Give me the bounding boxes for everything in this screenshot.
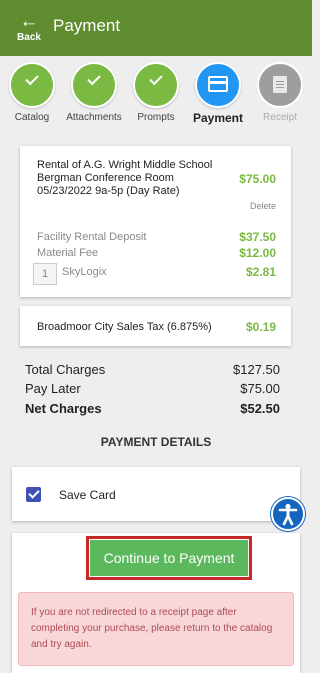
save-card-label[interactable]: Save Card (59, 488, 116, 502)
step-prompts-label: Prompts (137, 112, 175, 123)
item-price: $75.00 (239, 172, 276, 186)
cart-item-card: Rental of A.G. Wright Middle School Berg… (20, 146, 291, 297)
net-charges-label: Net Charges (25, 401, 102, 416)
net-charges-value: $52.50 (240, 401, 280, 416)
step-catalog-label: Catalog (14, 112, 50, 123)
back-label: Back (17, 32, 41, 43)
credit-card-icon (208, 76, 228, 92)
item-description: Rental of A.G. Wright Middle School Berg… (37, 159, 213, 197)
step-receipt-label: Receipt (263, 112, 297, 123)
step-payment-circle (195, 62, 241, 108)
redirect-alert: If you are not redirected to a receipt p… (18, 592, 294, 666)
check-icon (149, 71, 163, 86)
continue-button-outline: Continue to Payment (86, 536, 252, 580)
net-charges-row: Net Charges $52.50 (25, 401, 280, 416)
step-payment-label: Payment (192, 111, 244, 125)
pay-later-row: Pay Later $75.00 (25, 381, 280, 396)
step-attachments[interactable]: Attachments (64, 62, 124, 123)
total-charges-label: Total Charges (25, 362, 106, 377)
fee-amount-deposit: $37.50 (239, 230, 276, 244)
fee-amount-material: $12.00 (239, 246, 276, 260)
total-charges-row: Total Charges $127.50 (25, 362, 280, 377)
step-receipt-circle (257, 62, 303, 108)
save-card-checkbox[interactable] (26, 487, 41, 502)
arrow-left-icon: ← (19, 11, 39, 32)
step-attachments-circle (71, 62, 117, 108)
pay-later-value: $75.00 (240, 381, 280, 396)
save-card-card: Save Card (12, 467, 300, 521)
app-header: ← Back Payment (0, 0, 312, 56)
tax-card: Broadmoor City Sales Tax (6.875%) $0.19 (20, 306, 291, 346)
step-prompts-circle (133, 62, 179, 108)
check-icon (87, 71, 101, 86)
quantity-input[interactable]: 1 (33, 263, 57, 285)
step-catalog[interactable]: Catalog (2, 62, 62, 123)
total-charges-value: $127.50 (233, 362, 280, 377)
fee-label-skylogix: SkyLogix (62, 266, 107, 278)
delete-link[interactable]: Delete (250, 201, 276, 211)
accessibility-icon (278, 503, 298, 526)
payment-details-heading: PAYMENT DETAILS (100, 435, 212, 449)
page-title: Payment (53, 16, 121, 35)
step-prompts[interactable]: Prompts (126, 62, 186, 123)
receipt-icon (273, 76, 287, 93)
step-catalog-circle (9, 62, 55, 108)
pay-later-label: Pay Later (25, 381, 81, 396)
step-payment[interactable]: Payment (188, 62, 248, 125)
tax-amount: $0.19 (245, 320, 276, 334)
fee-label-material: Material Fee (37, 247, 99, 259)
check-icon (25, 71, 39, 86)
step-attachments-label: Attachments (66, 112, 122, 123)
fee-label-deposit: Facility Rental Deposit (37, 231, 147, 243)
accessibility-button[interactable] (271, 497, 305, 531)
continue-to-payment-button[interactable]: Continue to Payment (90, 540, 248, 576)
back-button[interactable]: ← Back (14, 12, 44, 44)
tax-label: Broadmoor City Sales Tax (6.875%) (37, 321, 212, 333)
step-receipt: Receipt (250, 62, 310, 123)
fee-amount-skylogix: $2.81 (245, 265, 276, 279)
checkout-steps: Catalog Attachments Prompts Payment Rece… (0, 62, 312, 128)
